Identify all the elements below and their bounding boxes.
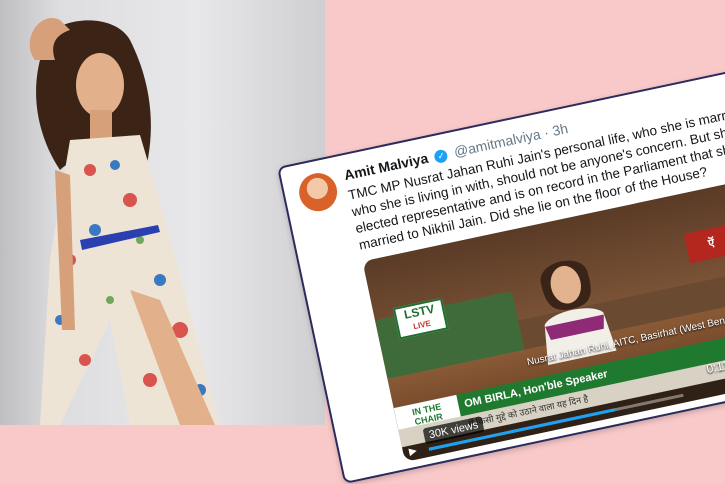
tweet-timestamp[interactable]: 3h — [551, 120, 570, 139]
play-icon[interactable]: ▶ — [408, 445, 422, 459]
separator-dot: · — [542, 124, 551, 141]
author-avatar[interactable] — [295, 169, 341, 215]
verified-badge-icon: ✓ — [433, 148, 450, 164]
tweet-card: Amit Malviya ✓ @amitmalviya · 3h TMC MP … — [277, 58, 725, 484]
